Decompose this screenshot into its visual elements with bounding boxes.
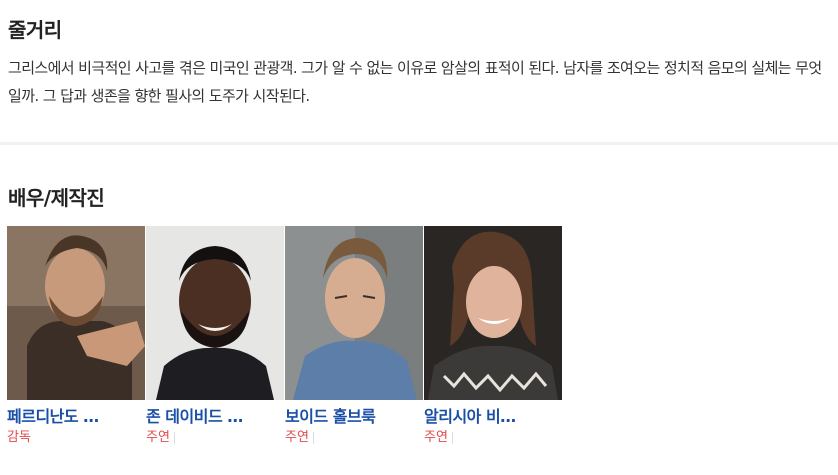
cast-role-label: 주연 (285, 430, 309, 445)
synopsis-heading: 줄거리 (8, 18, 62, 42)
cast-name-link[interactable]: 페르디난도 … (7, 405, 145, 429)
cast-photo[interactable] (146, 226, 284, 400)
cast-role-label: 감독 (7, 430, 31, 445)
cast-role: 주연 (146, 429, 284, 447)
synopsis-text: 그리스에서 비극적인 사고를 겪은 미국인 관광객. 그가 알 수 없는 이유로… (8, 59, 822, 105)
cast-photo-image (424, 226, 562, 400)
cast-photo-image (285, 226, 423, 400)
cast-photo[interactable] (285, 226, 423, 400)
cast-heading: 배우/제작진 (8, 186, 105, 210)
role-divider (451, 431, 453, 444)
cast-role: 주연 (285, 429, 423, 447)
cast-role-label: 주연 (424, 430, 448, 445)
cast-name-link[interactable]: 보이드 홀브룩 (285, 405, 423, 429)
cast-item[interactable]: 알리시아 비… 주연 (424, 226, 562, 447)
cast-photo[interactable] (7, 226, 145, 400)
role-divider (173, 431, 175, 444)
cast-list: 페르디난도 … 감독 존 데이비드 … 주연 보이드 홀브룩 주연 알리시아 비… (7, 226, 563, 447)
section-divider (0, 142, 838, 145)
cast-role: 감독 (7, 429, 145, 447)
role-divider (312, 431, 314, 444)
cast-photo-image (7, 226, 145, 400)
cast-photo[interactable] (424, 226, 562, 400)
cast-name-link[interactable]: 존 데이비드 … (146, 405, 284, 429)
cast-name-link[interactable]: 알리시아 비… (424, 405, 562, 429)
cast-item[interactable]: 보이드 홀브룩 주연 (285, 226, 423, 447)
cast-item[interactable]: 페르디난도 … 감독 (7, 226, 145, 447)
cast-item[interactable]: 존 데이비드 … 주연 (146, 226, 284, 447)
cast-role-label: 주연 (146, 430, 170, 445)
cast-photo-image (146, 226, 284, 400)
cast-role: 주연 (424, 429, 562, 447)
